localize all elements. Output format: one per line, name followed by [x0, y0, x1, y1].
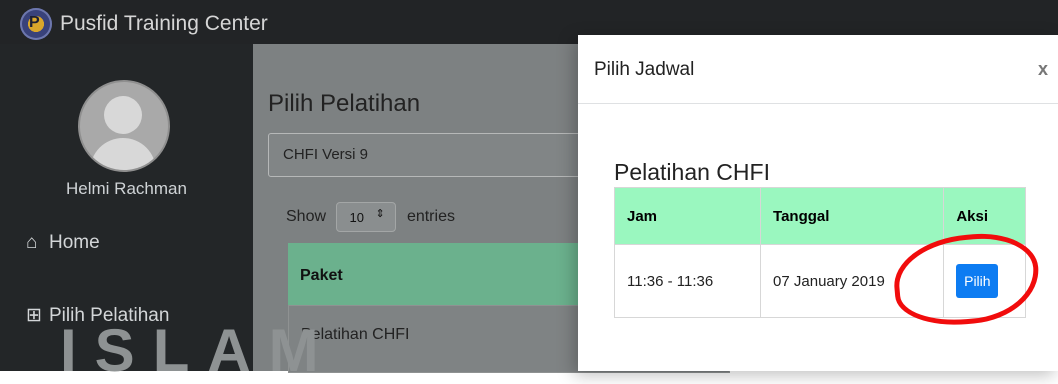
brand-title: Pusfid Training Center: [60, 12, 268, 35]
chevron-updown-icon: ⇕: [375, 208, 385, 220]
modal-title: Pilih Jadwal: [594, 59, 695, 80]
entries-select[interactable]: 10 ⇕: [336, 202, 397, 232]
table-cell-jam: 11:36 - 11:36: [613, 244, 762, 318]
entries-label: entries: [406, 208, 455, 226]
column-header-paket: Paket: [300, 267, 343, 284]
user-name: Helmi Rachman: [66, 179, 187, 198]
plus-square-icon: ⊞: [26, 305, 42, 326]
sidebar-item-label: Home: [49, 232, 100, 253]
entries-value: 10: [349, 210, 364, 225]
modal-subtitle: Pelatihan CHFI: [614, 159, 770, 185]
avatar: [78, 80, 170, 172]
column-header-jam: Jam: [613, 187, 762, 245]
column-header-tanggal: Tanggal: [760, 187, 945, 245]
home-icon: ⌂: [26, 232, 38, 253]
sidebar-item-home[interactable]: ⌂ Home: [26, 232, 100, 254]
modal-header: Pilih Jadwal x: [578, 35, 1058, 104]
close-button[interactable]: x: [1038, 59, 1048, 80]
show-entries-row: Show 10 ⇕ entries: [286, 202, 455, 232]
training-select-value: CHFI Versi 9: [283, 146, 369, 163]
logo-icon: P: [20, 8, 52, 40]
show-label: Show: [286, 208, 327, 226]
page-title: Pilih Pelatihan: [268, 90, 421, 117]
